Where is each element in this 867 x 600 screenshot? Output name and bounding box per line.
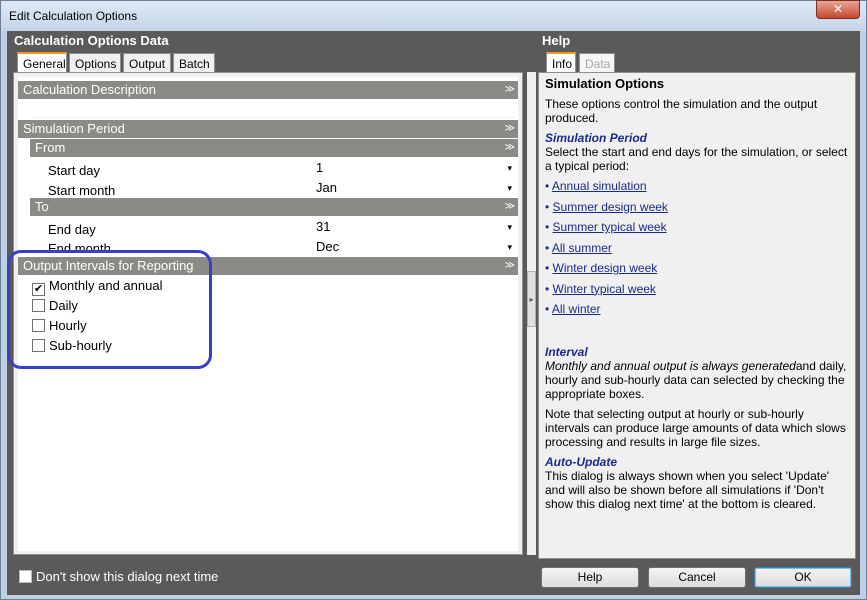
collapse-icon[interactable]: ≫ bbox=[505, 81, 515, 99]
start-month-value: Jan bbox=[316, 180, 337, 195]
end-day-dropdown[interactable]: 31 ▾ bbox=[312, 218, 516, 236]
link-text[interactable]: Summer design week bbox=[553, 200, 668, 214]
interval-italic-text: Monthly and annual output is always gene… bbox=[545, 358, 796, 373]
dont-show-label: Don't show this dialog next time bbox=[36, 569, 219, 584]
typical-period-links: • Annual simulation • Summer design week… bbox=[545, 179, 849, 323]
start-day-value: 1 bbox=[316, 160, 324, 175]
ok-button[interactable]: OK bbox=[754, 567, 852, 588]
dont-show-checkbox[interactable]: Don't show this dialog next time bbox=[19, 569, 218, 584]
help-interval-text: Monthly and annual output is always gene… bbox=[545, 359, 849, 401]
link-all-winter[interactable]: • All winter bbox=[545, 302, 849, 323]
help-simulation-period-text: Select the start and end days for the si… bbox=[545, 145, 848, 173]
tab-data: Data bbox=[579, 53, 615, 72]
checkbox-label: Daily bbox=[49, 298, 78, 313]
subsection-to[interactable]: To ≫ bbox=[30, 198, 518, 216]
checkbox-box[interactable] bbox=[19, 570, 32, 583]
section-title: To bbox=[35, 199, 49, 214]
checkbox-box[interactable] bbox=[32, 299, 45, 312]
subsection-from[interactable]: From ≫ bbox=[30, 139, 518, 157]
start-month-dropdown[interactable]: Jan ▾ bbox=[312, 179, 516, 197]
end-day-value: 31 bbox=[316, 219, 331, 234]
dropdown-arrow-icon[interactable]: ▾ bbox=[507, 179, 512, 197]
window-title: Edit Calculation Options bbox=[9, 9, 138, 23]
checkbox-daily[interactable]: Daily bbox=[32, 297, 78, 315]
help-button[interactable]: Help bbox=[541, 567, 639, 588]
link-annual-simulation[interactable]: • Annual simulation bbox=[545, 179, 849, 200]
calculation-description-input[interactable] bbox=[32, 100, 516, 118]
help-panel-title: Help bbox=[542, 33, 571, 48]
tab-info[interactable]: Info bbox=[546, 52, 576, 72]
help-auto-update-text: This dialog is always shown when you sel… bbox=[545, 468, 830, 511]
help-heading-interval: Interval bbox=[545, 344, 588, 359]
collapse-icon[interactable]: ≫ bbox=[505, 257, 515, 275]
checkbox-label: Monthly and annual bbox=[49, 278, 163, 293]
start-day-label: Start day bbox=[48, 163, 101, 178]
checkbox-label: Hourly bbox=[49, 318, 87, 333]
checkbox-label: Sub-hourly bbox=[49, 338, 112, 353]
cancel-button[interactable]: Cancel bbox=[648, 567, 746, 588]
dropdown-arrow-icon[interactable]: ▾ bbox=[507, 159, 512, 177]
dropdown-arrow-icon[interactable]: ▾ bbox=[507, 218, 512, 236]
tab-options[interactable]: Options bbox=[69, 53, 121, 72]
close-icon: ✕ bbox=[832, 2, 844, 16]
left-panel-title: Calculation Options Data bbox=[14, 33, 169, 48]
start-day-dropdown[interactable]: 1 ▾ bbox=[312, 159, 516, 177]
checkbox-box[interactable] bbox=[32, 319, 45, 332]
section-title: Output Intervals for Reporting bbox=[23, 258, 194, 273]
dropdown-arrow-icon[interactable]: ▾ bbox=[507, 238, 512, 256]
section-title: Simulation Period bbox=[23, 121, 125, 136]
help-title: Simulation Options bbox=[545, 76, 665, 91]
end-month-label: End month bbox=[48, 241, 111, 253]
link-summer-design-week[interactable]: • Summer design week bbox=[545, 200, 849, 221]
dialog-window: Edit Calculation Options ✕ Calculation O… bbox=[0, 0, 867, 600]
section-title: From bbox=[35, 140, 66, 155]
link-text[interactable]: Winter typical week bbox=[553, 282, 656, 296]
splitter-handle-icon[interactable]: ▸ bbox=[527, 271, 536, 327]
link-winter-design-week[interactable]: • Winter design week bbox=[545, 261, 849, 282]
collapse-icon[interactable]: ≫ bbox=[505, 139, 515, 157]
tab-output[interactable]: Output bbox=[123, 53, 171, 72]
general-tab-panel: Calculation Description ≫ Simulation Per… bbox=[13, 72, 523, 555]
section-simulation-period[interactable]: Simulation Period ≫ bbox=[18, 120, 518, 138]
close-button[interactable]: ✕ bbox=[816, 0, 860, 19]
end-day-label: End day bbox=[48, 222, 96, 237]
help-heading-auto-update: Auto-Update bbox=[545, 454, 617, 469]
link-text[interactable]: Winter design week bbox=[553, 261, 658, 275]
title-bar[interactable]: Edit Calculation Options ✕ bbox=[1, 0, 866, 31]
section-title: Calculation Description bbox=[23, 82, 156, 97]
help-info-panel: Simulation Options These options control… bbox=[538, 72, 856, 559]
link-all-summer[interactable]: • All summer bbox=[545, 241, 849, 262]
checkbox-box[interactable]: ✔ bbox=[32, 283, 45, 296]
checkbox-sub-hourly[interactable]: Sub-hourly bbox=[32, 337, 112, 355]
checkbox-box[interactable] bbox=[32, 339, 45, 352]
link-text[interactable]: All winter bbox=[552, 302, 601, 316]
tab-general[interactable]: General bbox=[17, 52, 67, 72]
help-heading-simulation-period: Simulation Period bbox=[545, 131, 648, 145]
checkbox-monthly-annual[interactable]: ✔ Monthly and annual bbox=[32, 277, 163, 296]
help-note-text: Note that selecting output at hourly or … bbox=[545, 406, 846, 449]
help-intro: These options control the simulation and… bbox=[545, 97, 818, 125]
start-month-label: Start month bbox=[48, 183, 116, 198]
link-text[interactable]: Summer typical week bbox=[553, 220, 667, 234]
collapse-icon[interactable]: ≫ bbox=[505, 120, 515, 138]
section-output-intervals[interactable]: Output Intervals for Reporting ≫ bbox=[18, 257, 518, 275]
section-calculation-description[interactable]: Calculation Description ≫ bbox=[18, 81, 518, 99]
link-winter-typical-week[interactable]: • Winter typical week bbox=[545, 282, 849, 303]
link-text[interactable]: Annual simulation bbox=[552, 179, 647, 193]
tab-batch[interactable]: Batch bbox=[173, 53, 215, 72]
end-month-value: Dec bbox=[316, 239, 340, 254]
link-summer-typical-week[interactable]: • Summer typical week bbox=[545, 220, 849, 241]
options-property-grid: Calculation Description ≫ Simulation Per… bbox=[18, 77, 518, 551]
end-month-dropdown[interactable]: Dec ▾ bbox=[312, 238, 516, 256]
checkbox-hourly[interactable]: Hourly bbox=[32, 317, 87, 335]
collapse-icon[interactable]: ≫ bbox=[505, 198, 515, 216]
link-text[interactable]: All summer bbox=[552, 241, 612, 255]
